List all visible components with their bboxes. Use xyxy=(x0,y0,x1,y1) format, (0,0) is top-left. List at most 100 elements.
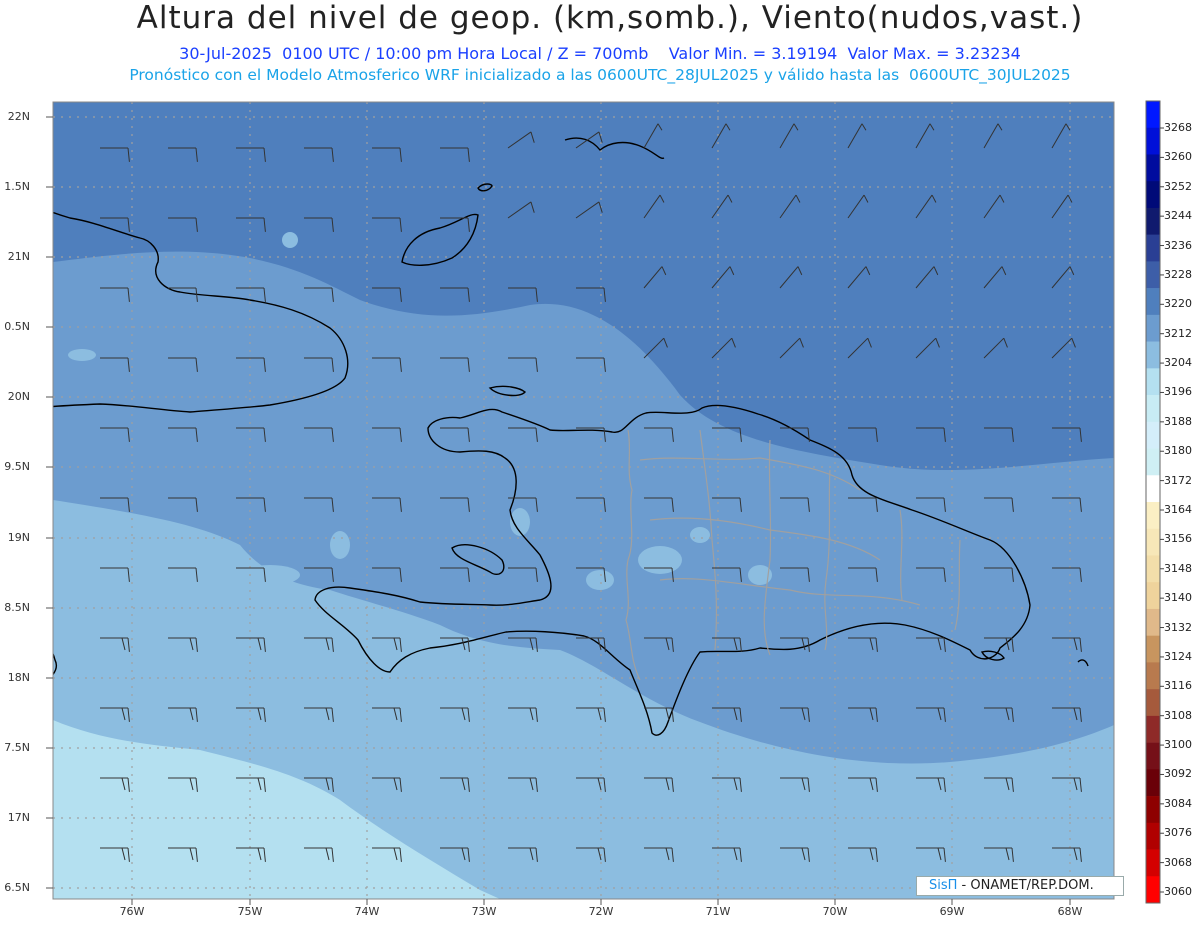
colorbar xyxy=(1145,100,1164,904)
wind-barb xyxy=(1120,195,1140,218)
colorbar-label: 3132 xyxy=(1164,620,1192,634)
colorbar-swatch xyxy=(1146,608,1160,636)
wind-barb xyxy=(1120,338,1143,358)
colorbar-swatch xyxy=(1146,314,1160,342)
longitude-label: 70W xyxy=(822,905,848,918)
colorbar-swatch xyxy=(1146,101,1160,129)
colorbar-swatch xyxy=(1146,769,1160,797)
colorbar-swatch xyxy=(1146,582,1160,610)
colorbar-swatch xyxy=(1146,154,1160,182)
colorbar-swatch xyxy=(1146,448,1160,476)
latitude-label: 7.5N xyxy=(4,741,30,754)
contour-patch-2 xyxy=(690,527,710,543)
colorbar-label: 3212 xyxy=(1164,326,1192,340)
longitude-label: 76W xyxy=(119,905,145,918)
contour-patch-3 xyxy=(586,570,614,590)
colorbar-label: 3092 xyxy=(1164,767,1192,781)
colorbar-label: 3124 xyxy=(1164,649,1192,663)
colorbar-label: 3180 xyxy=(1164,444,1192,458)
colorbar-swatch xyxy=(1146,181,1160,209)
colorbar-swatch xyxy=(1146,662,1160,690)
colorbar-swatch xyxy=(1146,341,1160,369)
colorbar-swatch xyxy=(1146,207,1160,235)
colorbar-label: 3228 xyxy=(1164,267,1192,281)
map-fields xyxy=(53,102,1149,899)
latitude-label: 1.5N xyxy=(4,180,30,193)
colorbar-swatch xyxy=(1146,555,1160,583)
colorbar-swatch xyxy=(1146,528,1160,556)
colorbar-label: 3060 xyxy=(1164,885,1192,898)
wind-barb xyxy=(1120,568,1149,582)
colorbar-label: 3172 xyxy=(1164,473,1192,487)
colorbar-swatch xyxy=(1146,876,1160,904)
colorbar-swatch xyxy=(1146,421,1160,449)
colorbar-label: 3076 xyxy=(1164,826,1192,840)
colorbar-swatch xyxy=(1146,475,1160,503)
colorbar-swatch xyxy=(1146,689,1160,717)
colorbar-swatch xyxy=(1146,822,1160,850)
colorbar-label: 3140 xyxy=(1164,591,1192,605)
colorbar-swatch xyxy=(1146,796,1160,824)
credit-org: - ONAMET/REP.DOM. xyxy=(957,878,1094,893)
colorbar-label: 3220 xyxy=(1164,297,1192,311)
colorbar-label: 3252 xyxy=(1164,179,1192,193)
contour-patch-8 xyxy=(68,349,96,361)
colorbar-label: 3244 xyxy=(1164,209,1192,223)
colorbar-label: 3260 xyxy=(1164,150,1192,164)
colorbar-label: 3188 xyxy=(1164,414,1192,428)
wind-barb xyxy=(1120,267,1142,288)
contour-patch-4 xyxy=(282,232,298,248)
colorbar-label: 3204 xyxy=(1164,356,1192,370)
colorbar-swatch xyxy=(1146,849,1160,877)
longitude-label: 73W xyxy=(471,905,497,918)
latitude-label: 9.5N xyxy=(4,460,30,473)
wind-barb xyxy=(1120,498,1149,512)
credit-brand: SisΠ xyxy=(929,878,958,893)
colorbar-swatch xyxy=(1146,395,1160,423)
colorbar-swatch xyxy=(1146,635,1160,663)
colorbar-swatch xyxy=(1146,288,1160,316)
latitude-label: 19N xyxy=(7,531,30,544)
colorbar-swatch xyxy=(1146,742,1160,770)
colorbar-label: 3236 xyxy=(1164,238,1192,252)
latitude-label: 8.5N xyxy=(4,601,30,614)
latitude-label: 17N xyxy=(7,811,30,824)
latitude-label: 20N xyxy=(7,390,30,403)
colorbar-swatch xyxy=(1146,368,1160,396)
colorbar-label: 3068 xyxy=(1164,855,1192,869)
contour-patch-6 xyxy=(330,531,350,559)
wind-barb xyxy=(1120,708,1149,722)
colorbar-label: 3148 xyxy=(1164,561,1192,575)
wind-barb xyxy=(1120,848,1149,862)
colorbar-label: 3268 xyxy=(1164,121,1192,134)
colorbar-label: 3084 xyxy=(1164,796,1192,810)
colorbar-swatch xyxy=(1146,261,1160,289)
latitude-label: 6.5N xyxy=(4,881,30,894)
colorbar-swatch xyxy=(1146,502,1160,530)
weather-map xyxy=(46,100,1164,905)
colorbar-label: 3156 xyxy=(1164,532,1192,546)
longitude-label: 71W xyxy=(705,905,731,918)
latitude-label: 18N xyxy=(7,671,30,684)
latitude-label: 0.5N xyxy=(4,320,30,333)
longitude-label: 75W xyxy=(237,905,263,918)
latitude-label: 21N xyxy=(7,250,30,263)
colorbar-label: 3164 xyxy=(1164,503,1192,516)
wind-barb xyxy=(1120,428,1149,442)
colorbar-label: 3108 xyxy=(1164,708,1192,722)
longitude-label: 72W xyxy=(588,905,614,918)
colorbar-swatch xyxy=(1146,127,1160,155)
longitude-label: 74W xyxy=(354,905,380,918)
longitude-label: 69W xyxy=(939,905,965,918)
latitude-label: 22N xyxy=(7,110,30,123)
colorbar-label: 3196 xyxy=(1164,385,1192,399)
colorbar-swatch xyxy=(1146,715,1160,743)
wind-barb xyxy=(1120,778,1149,792)
colorbar-label: 3100 xyxy=(1164,738,1192,752)
longitude-label: 68W xyxy=(1057,905,1083,918)
credit-box: SisΠ - ONAMET/REP.DOM. xyxy=(916,876,1124,896)
colorbar-swatch xyxy=(1146,234,1160,262)
wind-barb xyxy=(1120,124,1138,148)
wind-barb xyxy=(1120,638,1149,652)
colorbar-label: 3116 xyxy=(1164,679,1192,693)
